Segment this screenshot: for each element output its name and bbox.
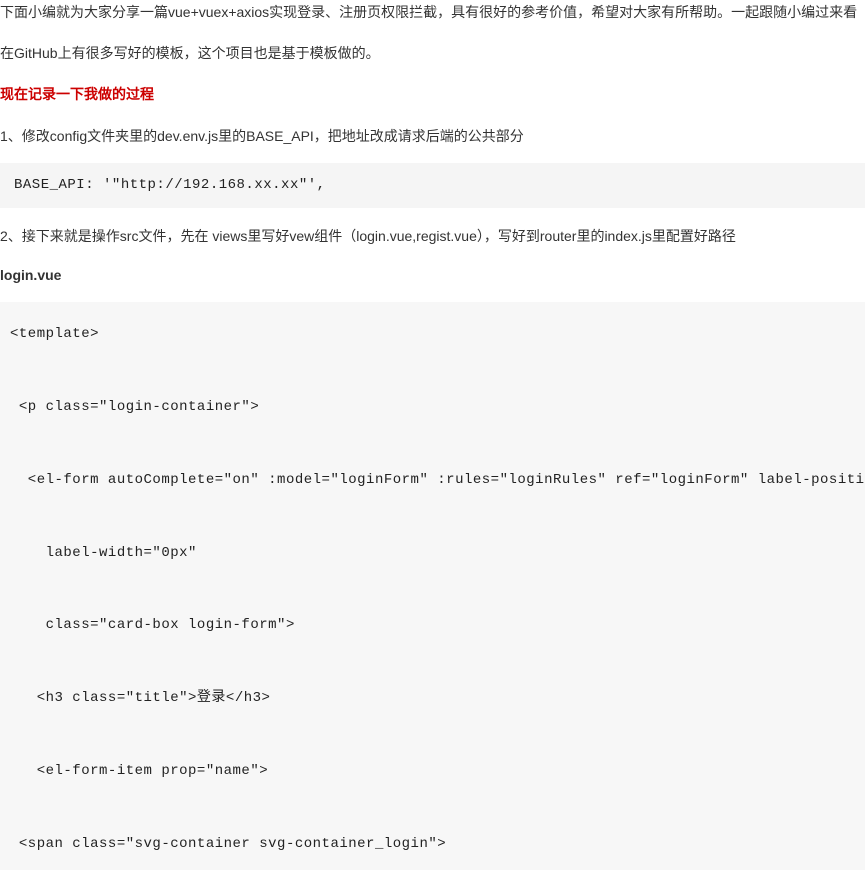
code-line: <template> bbox=[10, 326, 99, 342]
filename-login-vue: login.vue bbox=[0, 263, 865, 288]
step-2-text: 2、接下来就是操作src文件，先在 views里写好vew组件（login.vu… bbox=[0, 224, 865, 249]
highlight-heading: 现在记录一下我做的过程 bbox=[0, 82, 865, 107]
github-paragraph: 在GitHub上有很多写好的模板，这个项目也是基于模板做的。 bbox=[0, 41, 865, 66]
article-content: 下面小编就为大家分享一篇vue+vuex+axios实现登录、注册页权限拦截，具… bbox=[0, 0, 865, 870]
code-block-login-vue: <template> <p class="login-container"> <… bbox=[0, 302, 865, 870]
code-line: class="card-box login-form"> bbox=[10, 617, 295, 633]
code-line: <p class="login-container"> bbox=[10, 399, 259, 415]
code-block-base-api: BASE_API: '"http://192.168.xx.xx"', bbox=[0, 163, 865, 208]
code-line: label-width="0px" bbox=[10, 545, 197, 561]
code-line: <span class="svg-container svg-container… bbox=[10, 836, 446, 852]
code-line: <el-form-item prop="name"> bbox=[10, 763, 268, 779]
step-1-text: 1、修改config文件夹里的dev.env.js里的BASE_API，把地址改… bbox=[0, 124, 865, 149]
code-line: <el-form autoComplete="on" :model="login… bbox=[10, 472, 865, 488]
code-line: <h3 class="title">登录</h3> bbox=[10, 690, 270, 706]
intro-paragraph: 下面小编就为大家分享一篇vue+vuex+axios实现登录、注册页权限拦截，具… bbox=[0, 0, 865, 25]
